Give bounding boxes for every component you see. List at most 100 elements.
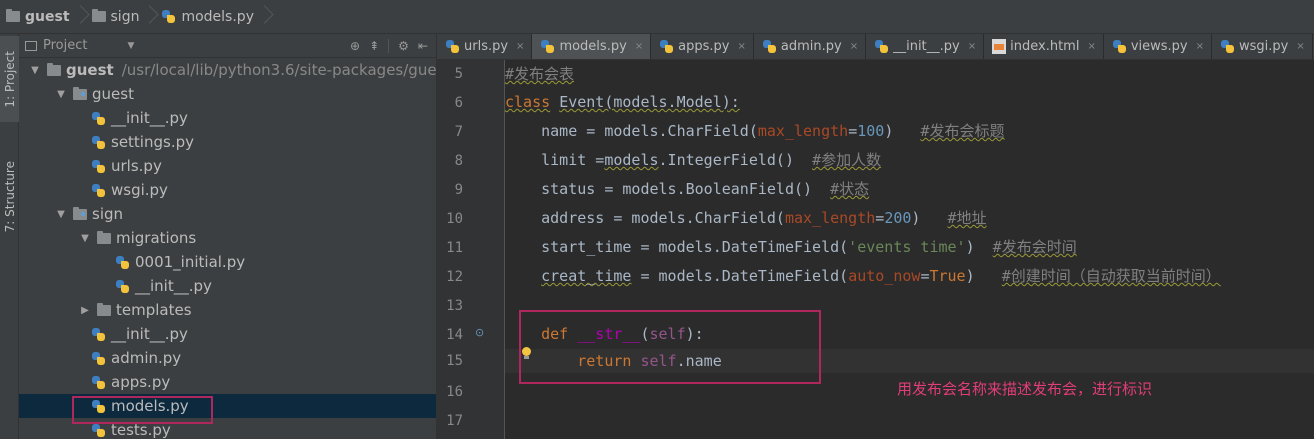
html-file-icon — [992, 39, 1007, 54]
editor-tab[interactable]: apps.py × — [651, 34, 754, 59]
gear-icon[interactable]: ⚙ — [398, 39, 409, 53]
project-panel: Project ▼ ⊕ ⇞ ⚙ ⇤ ▼ guest/usr/local/lib/p… — [19, 34, 437, 439]
python-file-icon — [91, 111, 106, 126]
tree-item-label: migrations — [116, 229, 197, 247]
expand-arrow-icon[interactable]: ▼ — [55, 89, 67, 100]
breadcrumb-separator — [78, 0, 86, 34]
tree-item-label: wsgi.py — [111, 181, 168, 199]
close-icon[interactable]: × — [1087, 41, 1095, 52]
collapse-arrow-icon[interactable]: ▶ — [79, 305, 91, 316]
tree-item-label: __init__.py — [111, 325, 188, 343]
tree-item[interactable]: ▼ sign — [19, 202, 436, 226]
editor-tab[interactable]: views.py × — [1104, 34, 1213, 59]
hide-panel-icon[interactable]: ⇤ — [418, 39, 428, 53]
lightbulb-icon[interactable] — [521, 347, 532, 360]
tree-item[interactable]: wsgi.py — [19, 178, 436, 202]
editor-tab-bar: urls.py × models.py × apps.py × admin.py × __ini… — [437, 34, 1314, 60]
editor-tab[interactable]: index.html × — [984, 34, 1104, 59]
tree-item[interactable]: ▼ guest — [19, 82, 436, 106]
breadcrumb-item-sign[interactable]: sign — [91, 0, 148, 33]
tree-item-label: models.py — [111, 397, 189, 415]
close-icon[interactable]: × — [516, 41, 524, 52]
collapse-all-icon[interactable]: ⇞ — [369, 39, 379, 53]
tree-item[interactable]: ▶ templates — [19, 298, 436, 322]
close-icon[interactable]: × — [1196, 41, 1204, 52]
editor-tab[interactable]: urls.py × — [437, 34, 533, 59]
locate-icon[interactable]: ⊕ — [350, 39, 360, 53]
editor-tab-label: admin.py — [780, 39, 842, 54]
tree-item-label: __init__.py — [111, 109, 188, 127]
close-icon[interactable]: × — [1296, 41, 1304, 52]
tree-item-label: __init__.py — [135, 277, 212, 295]
folder-icon — [91, 9, 106, 22]
tree-item[interactable]: ▼ migrations — [19, 226, 436, 250]
editor-tab[interactable]: admin.py × — [754, 34, 867, 59]
tree-item[interactable]: settings.py — [19, 130, 436, 154]
project-tree: ▼ guest/usr/local/lib/python3.6/site-pack… — [19, 58, 436, 439]
project-view-selector[interactable]: Project — [43, 38, 87, 53]
editor-tab[interactable]: models.py × — [532, 34, 652, 59]
tree-item-label: tests.py — [111, 421, 171, 439]
python-file-icon — [91, 375, 106, 390]
structure-tool-tab[interactable]: 7: Structure — [0, 142, 19, 252]
line-number: 17 — [446, 413, 463, 429]
close-icon[interactable]: × — [635, 41, 643, 52]
python-file-icon — [540, 39, 555, 54]
python-file-icon — [91, 351, 106, 366]
folder-icon — [97, 230, 111, 244]
breadcrumb-item-guest[interactable]: guest — [6, 0, 78, 33]
editor-tab[interactable]: wsgi.py × — [1212, 34, 1313, 59]
python-file-icon — [91, 399, 106, 414]
close-icon[interactable]: × — [738, 41, 746, 52]
tree-item[interactable]: __init__.py — [19, 274, 436, 298]
annotation-note: 用发布会名称来描述发布会，进行标识 — [897, 380, 1153, 398]
tree-item[interactable]: ▼ guest/usr/local/lib/python3.6/site-pack… — [19, 58, 436, 82]
editor-tab-label: apps.py — [678, 39, 730, 54]
chevron-down-icon[interactable]: ▼ — [127, 41, 134, 51]
code-editor[interactable]: #发布会表 class Event(models.Model): name = … — [505, 60, 1314, 439]
breadcrumb: guest sign models.py — [0, 0, 1314, 34]
tree-item[interactable]: admin.py — [19, 346, 436, 370]
tree-item-label: admin.py — [111, 349, 182, 367]
tree-item-label: templates — [116, 301, 192, 319]
tree-item-label: 0001_initial.py — [135, 253, 246, 271]
breadcrumb-separator — [147, 0, 155, 34]
line-number: 7 — [454, 124, 463, 140]
tree-item-label: guest — [66, 61, 114, 79]
tree-item[interactable]: urls.py — [19, 154, 436, 178]
line-number: 6 — [454, 95, 463, 111]
python-file-icon — [91, 423, 106, 438]
tree-item[interactable]: models.py — [19, 394, 436, 418]
project-view-icon — [25, 40, 37, 51]
line-number-gutter: ⊙ 5 6 7 8 9 10 11 12 13 14 15 16 17 — [437, 60, 505, 439]
code-line-10: address = models.CharField(max_length=20… — [505, 209, 987, 227]
tree-item-label: urls.py — [111, 157, 162, 175]
tree-item-label: apps.py — [111, 373, 171, 391]
python-file-icon — [1220, 39, 1235, 54]
close-icon[interactable]: × — [968, 41, 976, 52]
tree-item[interactable]: __init__.py — [19, 322, 436, 346]
tree-item[interactable]: apps.py — [19, 370, 436, 394]
breadcrumb-item-models[interactable]: models.py — [161, 0, 262, 33]
python-file-icon — [161, 9, 176, 24]
python-file-icon — [874, 39, 889, 54]
folder-icon — [73, 86, 87, 100]
code-line-12: creat_time = models.DateTimeField(auto_n… — [541, 267, 1221, 285]
override-method-icon[interactable]: ⊙ — [475, 326, 484, 339]
expand-arrow-icon[interactable]: ▼ — [79, 233, 91, 244]
expand-arrow-icon[interactable]: ▼ — [55, 209, 67, 220]
editor-tab-label: index.html — [1010, 39, 1080, 54]
close-icon[interactable]: × — [850, 41, 858, 52]
editor-tab[interactable]: __init__.py × — [866, 34, 985, 59]
tree-item[interactable]: __init__.py — [19, 106, 436, 130]
tool-window-strip: 1: Project 7: Structure — [0, 34, 19, 439]
editor-tab-label: models.py — [559, 39, 627, 54]
expand-arrow-icon[interactable]: ▼ — [29, 65, 41, 76]
tree-item[interactable]: 0001_initial.py — [19, 250, 436, 274]
python-file-icon — [762, 39, 777, 54]
line-number: 5 — [454, 66, 463, 82]
line-number: 8 — [454, 153, 463, 169]
project-tool-tab[interactable]: 1: Project — [0, 36, 19, 122]
tree-item[interactable]: tests.py — [19, 418, 436, 439]
